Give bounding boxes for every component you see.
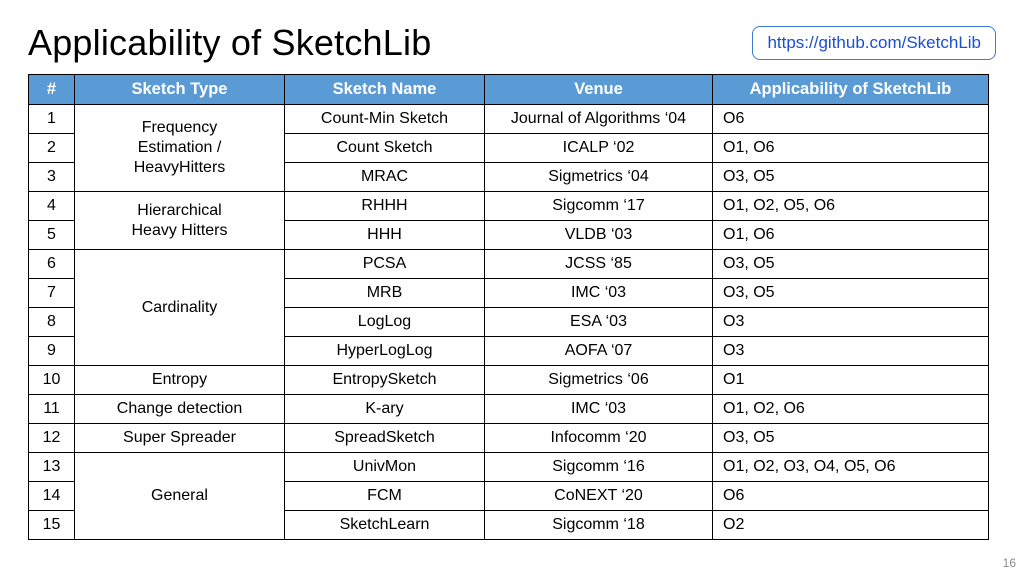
cell-applicability: O1 bbox=[713, 366, 989, 395]
cell-name: Count Sketch bbox=[285, 134, 485, 163]
cell-venue: Sigmetrics ‘04 bbox=[485, 163, 713, 192]
cell-venue: CoNEXT ‘20 bbox=[485, 482, 713, 511]
col-name: Sketch Name bbox=[285, 75, 485, 105]
table-row: 12Super SpreaderSpreadSketchInfocomm ‘20… bbox=[29, 424, 989, 453]
col-num: # bbox=[29, 75, 75, 105]
cell-name: LogLog bbox=[285, 308, 485, 337]
table-row: 1FrequencyEstimation /HeavyHittersCount-… bbox=[29, 105, 989, 134]
col-type: Sketch Type bbox=[75, 75, 285, 105]
cell-applicability: O1, O2, O6 bbox=[713, 395, 989, 424]
cell-venue: Sigcomm ‘18 bbox=[485, 511, 713, 540]
cell-num: 12 bbox=[29, 424, 75, 453]
cell-num: 5 bbox=[29, 221, 75, 250]
cell-applicability: O1, O2, O3, O4, O5, O6 bbox=[713, 453, 989, 482]
cell-name: Count-Min Sketch bbox=[285, 105, 485, 134]
cell-type: Entropy bbox=[75, 366, 285, 395]
cell-applicability: O6 bbox=[713, 482, 989, 511]
cell-venue: Journal of Algorithms ‘04 bbox=[485, 105, 713, 134]
table-row: 6CardinalityPCSAJCSS ‘85O3, O5 bbox=[29, 250, 989, 279]
cell-type: General bbox=[75, 453, 285, 540]
cell-num: 9 bbox=[29, 337, 75, 366]
cell-name: FCM bbox=[285, 482, 485, 511]
cell-type: Change detection bbox=[75, 395, 285, 424]
cell-num: 14 bbox=[29, 482, 75, 511]
cell-venue: AOFA ‘07 bbox=[485, 337, 713, 366]
cell-num: 10 bbox=[29, 366, 75, 395]
cell-venue: IMC ‘03 bbox=[485, 395, 713, 424]
cell-venue: VLDB ‘03 bbox=[485, 221, 713, 250]
cell-venue: Infocomm ‘20 bbox=[485, 424, 713, 453]
cell-venue: Sigcomm ‘17 bbox=[485, 192, 713, 221]
cell-applicability: O3 bbox=[713, 308, 989, 337]
cell-name: HyperLogLog bbox=[285, 337, 485, 366]
cell-applicability: O3, O5 bbox=[713, 250, 989, 279]
cell-name: SpreadSketch bbox=[285, 424, 485, 453]
cell-name: MRAC bbox=[285, 163, 485, 192]
cell-name: MRB bbox=[285, 279, 485, 308]
cell-applicability: O3, O5 bbox=[713, 163, 989, 192]
page-number: 16 bbox=[1003, 556, 1016, 570]
cell-applicability: O3, O5 bbox=[713, 424, 989, 453]
github-link[interactable]: https://github.com/SketchLib bbox=[752, 26, 996, 60]
table-row: 13GeneralUnivMonSigcomm ‘16O1, O2, O3, O… bbox=[29, 453, 989, 482]
cell-num: 8 bbox=[29, 308, 75, 337]
cell-type: Super Spreader bbox=[75, 424, 285, 453]
cell-type: FrequencyEstimation /HeavyHitters bbox=[75, 105, 285, 192]
cell-num: 7 bbox=[29, 279, 75, 308]
cell-venue: JCSS ‘85 bbox=[485, 250, 713, 279]
cell-venue: Sigmetrics ‘06 bbox=[485, 366, 713, 395]
cell-venue: ICALP ‘02 bbox=[485, 134, 713, 163]
cell-type: HierarchicalHeavy Hitters bbox=[75, 192, 285, 250]
col-venue: Venue bbox=[485, 75, 713, 105]
cell-num: 1 bbox=[29, 105, 75, 134]
cell-applicability: O6 bbox=[713, 105, 989, 134]
cell-num: 15 bbox=[29, 511, 75, 540]
cell-venue: Sigcomm ‘16 bbox=[485, 453, 713, 482]
cell-applicability: O1, O6 bbox=[713, 134, 989, 163]
col-app: Applicability of SketchLib bbox=[713, 75, 989, 105]
cell-num: 6 bbox=[29, 250, 75, 279]
cell-name: HHH bbox=[285, 221, 485, 250]
cell-num: 3 bbox=[29, 163, 75, 192]
cell-name: PCSA bbox=[285, 250, 485, 279]
table-header-row: # Sketch Type Sketch Name Venue Applicab… bbox=[29, 75, 989, 105]
cell-name: SketchLearn bbox=[285, 511, 485, 540]
cell-venue: IMC ‘03 bbox=[485, 279, 713, 308]
cell-type: Cardinality bbox=[75, 250, 285, 366]
cell-applicability: O3, O5 bbox=[713, 279, 989, 308]
cell-name: RHHH bbox=[285, 192, 485, 221]
cell-num: 2 bbox=[29, 134, 75, 163]
cell-applicability: O2 bbox=[713, 511, 989, 540]
page-title: Applicability of SketchLib bbox=[28, 22, 431, 64]
cell-name: EntropySketch bbox=[285, 366, 485, 395]
cell-num: 4 bbox=[29, 192, 75, 221]
table-row: 11Change detectionK-aryIMC ‘03O1, O2, O6 bbox=[29, 395, 989, 424]
cell-venue: ESA ‘03 bbox=[485, 308, 713, 337]
cell-applicability: O3 bbox=[713, 337, 989, 366]
cell-num: 13 bbox=[29, 453, 75, 482]
sketch-table: # Sketch Type Sketch Name Venue Applicab… bbox=[28, 74, 989, 540]
cell-name: UnivMon bbox=[285, 453, 485, 482]
table-row: 10EntropyEntropySketchSigmetrics ‘06O1 bbox=[29, 366, 989, 395]
cell-applicability: O1, O6 bbox=[713, 221, 989, 250]
cell-name: K-ary bbox=[285, 395, 485, 424]
table-row: 4HierarchicalHeavy HittersRHHHSigcomm ‘1… bbox=[29, 192, 989, 221]
cell-num: 11 bbox=[29, 395, 75, 424]
cell-applicability: O1, O2, O5, O6 bbox=[713, 192, 989, 221]
